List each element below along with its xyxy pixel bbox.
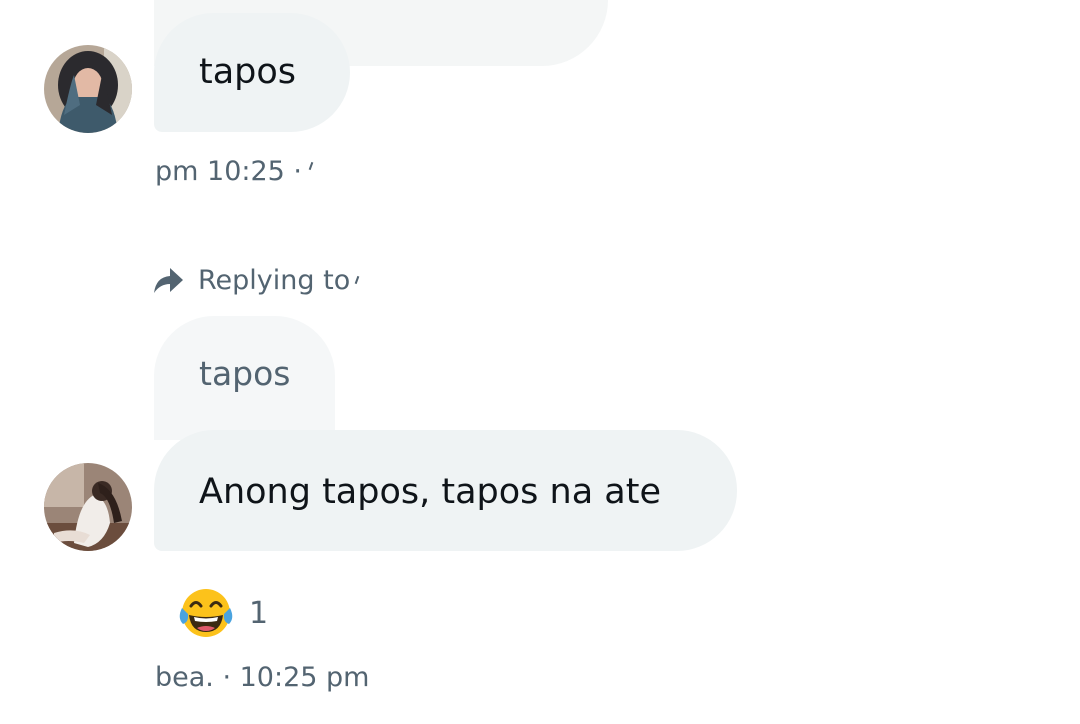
timestamp-text: pm 10:25 · bbox=[155, 156, 302, 187]
quoted-message-bubble[interactable]: tapos bbox=[154, 316, 335, 440]
message-timestamp: pm 10:25 · bbox=[155, 156, 314, 188]
face-with-tears-of-joy-emoji-icon bbox=[179, 589, 233, 637]
reply-arrow-icon bbox=[154, 268, 183, 293]
replying-to-indicator: Replying to bbox=[152, 262, 360, 298]
sent-status-icon bbox=[308, 161, 314, 171]
sender-and-time: bea. · 10:25 pm bbox=[155, 662, 370, 693]
message-timestamp: bea. · 10:25 pm bbox=[155, 662, 369, 694]
avatar-photo-icon bbox=[44, 45, 132, 133]
quoted-message-text: tapos bbox=[199, 354, 291, 393]
sender-avatar[interactable] bbox=[44, 45, 132, 133]
message-bubble[interactable]: Anong tapos, tapos na ate bbox=[154, 430, 737, 551]
sender-avatar[interactable] bbox=[44, 463, 132, 551]
message-text: tapos bbox=[199, 52, 297, 92]
reaction-chip[interactable]: 1 bbox=[177, 585, 268, 641]
avatar-photo-icon bbox=[44, 463, 132, 551]
message-bubble[interactable]: tapos bbox=[154, 13, 350, 132]
reaction-count: 1 bbox=[249, 595, 269, 631]
replying-to-label: Replying to bbox=[198, 264, 351, 296]
truncated-name-mark bbox=[354, 275, 360, 285]
message-text: Anong tapos, tapos na ate bbox=[199, 472, 661, 512]
